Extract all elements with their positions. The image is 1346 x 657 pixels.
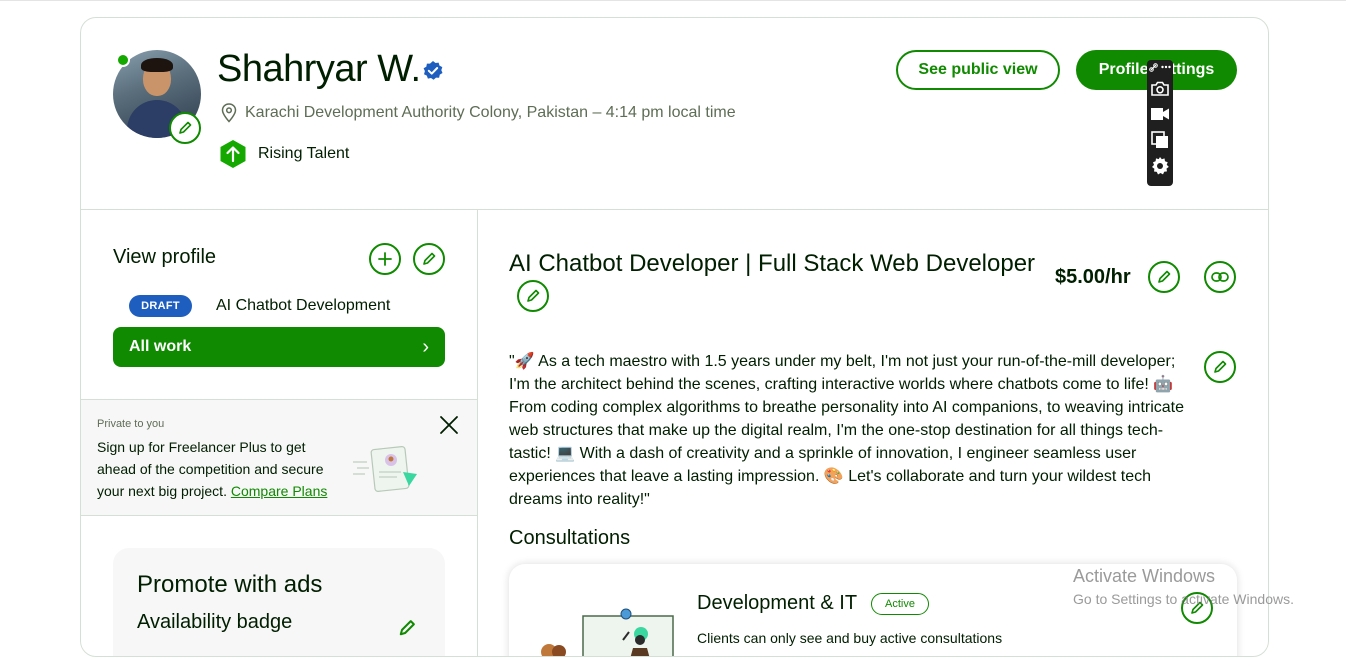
see-public-view-button[interactable]: See public view <box>896 50 1060 90</box>
consultation-illustration <box>541 608 674 656</box>
gear-icon <box>1152 157 1169 175</box>
verified-icon <box>423 61 443 80</box>
profile-location: Karachi Development Authority Colony, Pa… <box>221 103 736 123</box>
view-profile-heading: View profile <box>113 246 217 268</box>
promote-with-ads-card: Promote with ads Availability badge <box>113 548 445 656</box>
pencil-icon <box>179 121 192 134</box>
browser-top-border <box>0 0 1346 1</box>
link-icon <box>1211 272 1229 282</box>
online-status-dot <box>116 53 130 67</box>
toolbar-settings-button[interactable] <box>1149 156 1171 176</box>
toolbar-record-button[interactable] <box>1149 104 1171 124</box>
column-divider <box>477 209 478 656</box>
profile-overview: "🚀 As a tech maestro with 1.5 years unde… <box>509 353 1185 508</box>
header-divider <box>81 209 1268 210</box>
chevron-right-icon: › <box>422 335 429 358</box>
copy-link-button[interactable] <box>1204 261 1236 293</box>
watermark-line-2: Go to Settings to activate Windows. <box>1073 591 1294 607</box>
edit-profiles-button[interactable] <box>413 243 445 275</box>
windows-activation-watermark: Activate Windows Go to Settings to activ… <box>1073 566 1294 607</box>
promo-illustration <box>353 446 417 492</box>
pencil-icon <box>423 252 436 265</box>
add-specialized-profile-button[interactable] <box>369 243 401 275</box>
availability-badge-label: Availability badge <box>137 611 293 633</box>
consultations-heading: Consultations <box>509 527 631 549</box>
pencil-icon <box>1214 360 1227 373</box>
promo-private-label: Private to you <box>97 418 165 430</box>
pencil-icon[interactable] <box>397 618 417 638</box>
draft-badge: DRAFT <box>129 295 192 317</box>
edit-overview-button[interactable] <box>1204 351 1236 383</box>
edit-avatar-button[interactable] <box>169 112 201 144</box>
pencil-icon <box>1158 270 1171 283</box>
toolbar-screenshot-button[interactable] <box>1149 78 1171 98</box>
compare-plans-link[interactable]: Compare Plans <box>231 483 328 499</box>
hourly-rate: $5.00/hr <box>1055 266 1131 288</box>
edit-title-button[interactable] <box>517 280 549 312</box>
plus-icon <box>378 252 392 266</box>
toolbar-handle[interactable] <box>1149 62 1171 72</box>
consultation-category: Development & IT <box>697 592 858 614</box>
edit-rate-button[interactable] <box>1148 261 1180 293</box>
profile-avatar-container <box>113 50 203 144</box>
consultation-description: Clients can only see and buy active cons… <box>697 630 1003 646</box>
floating-capture-toolbar <box>1147 60 1173 186</box>
profile-name: Shahryar W. <box>217 48 421 90</box>
freelancer-plus-promo: Private to you Sign up for Freelancer Pl… <box>81 399 477 516</box>
arrow-up-icon <box>220 140 246 168</box>
location-text: Karachi Development Authority Colony, Pa… <box>245 104 736 121</box>
rising-talent-badge: Rising Talent <box>218 139 349 169</box>
profile-card: Shahryar W. Karachi Development Authorit… <box>80 17 1269 657</box>
pencil-icon <box>527 289 540 302</box>
all-work-button[interactable]: All work › <box>113 327 445 367</box>
watermark-line-1: Activate Windows <box>1073 566 1216 586</box>
map-pin-icon <box>221 103 237 123</box>
copy-icon <box>1151 131 1168 148</box>
more-dots-icon <box>1161 65 1171 69</box>
promo-text: Sign up for Freelancer Plus to get ahead… <box>97 436 347 502</box>
promote-ads-title: Promote with ads <box>137 571 323 598</box>
close-icon[interactable] <box>437 413 461 437</box>
camera-icon <box>1151 81 1169 96</box>
video-icon <box>1151 108 1169 120</box>
all-work-label: All work <box>129 338 192 355</box>
link-icon <box>1149 62 1158 72</box>
active-status-badge: Active <box>871 593 929 615</box>
toolbar-copy-button[interactable] <box>1149 130 1171 150</box>
rising-talent-label: Rising Talent <box>258 145 350 162</box>
draft-profile-link[interactable]: AI Chatbot Development <box>216 297 390 315</box>
profile-title: AI Chatbot Developer | Full Stack Web De… <box>509 250 1036 277</box>
